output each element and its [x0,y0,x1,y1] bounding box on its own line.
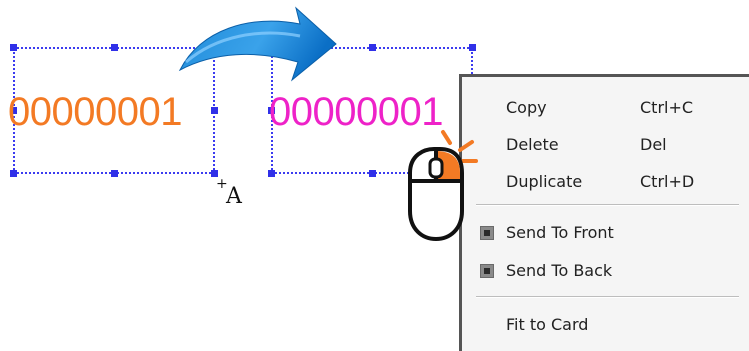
resize-handle[interactable] [369,170,376,177]
resize-handle[interactable] [111,44,118,51]
resize-handle[interactable] [10,170,17,177]
menu-item-fit-to-card[interactable]: Fit to Card [462,310,749,340]
menu-separator [476,204,739,206]
send-to-back-icon [480,264,494,278]
menu-item-shortcut: Ctrl+D [640,172,695,191]
resize-handle[interactable] [10,44,17,51]
menu-item-send-to-back[interactable]: Send To Back [462,256,749,286]
menu-item-shortcut: Ctrl+C [640,98,694,117]
menu-item-label: Delete [506,135,559,154]
menu-separator [476,296,739,298]
menu-item-shortcut: Del [640,135,667,154]
resize-handle[interactable] [268,170,275,177]
menu-item-label: Copy [506,98,547,117]
resize-handle[interactable] [111,170,118,177]
menu-item-label: Fit to Card [506,315,589,334]
menu-item-send-to-front[interactable]: Send To Front [462,218,749,248]
menu-item-label: Send To Front [506,223,614,242]
menu-item-delete[interactable]: Delete Del [462,130,749,160]
mouse-right-click-icon [408,130,478,242]
design-canvas[interactable]: 00000001 00000001 + A Copy Ctrl+C Delete [0,0,749,351]
menu-item-duplicate[interactable]: Duplicate Ctrl+D [462,167,749,197]
source-text-field[interactable]: 00000001 [8,92,182,132]
context-menu: Copy Ctrl+C Delete Del Duplicate Ctrl+D … [459,74,749,351]
menu-item-label: Duplicate [506,172,583,191]
resize-handle[interactable] [211,107,218,114]
menu-item-copy[interactable]: Copy Ctrl+C [462,93,749,123]
menu-item-label: Send To Back [506,261,613,280]
cursor-letter: A [226,184,242,209]
